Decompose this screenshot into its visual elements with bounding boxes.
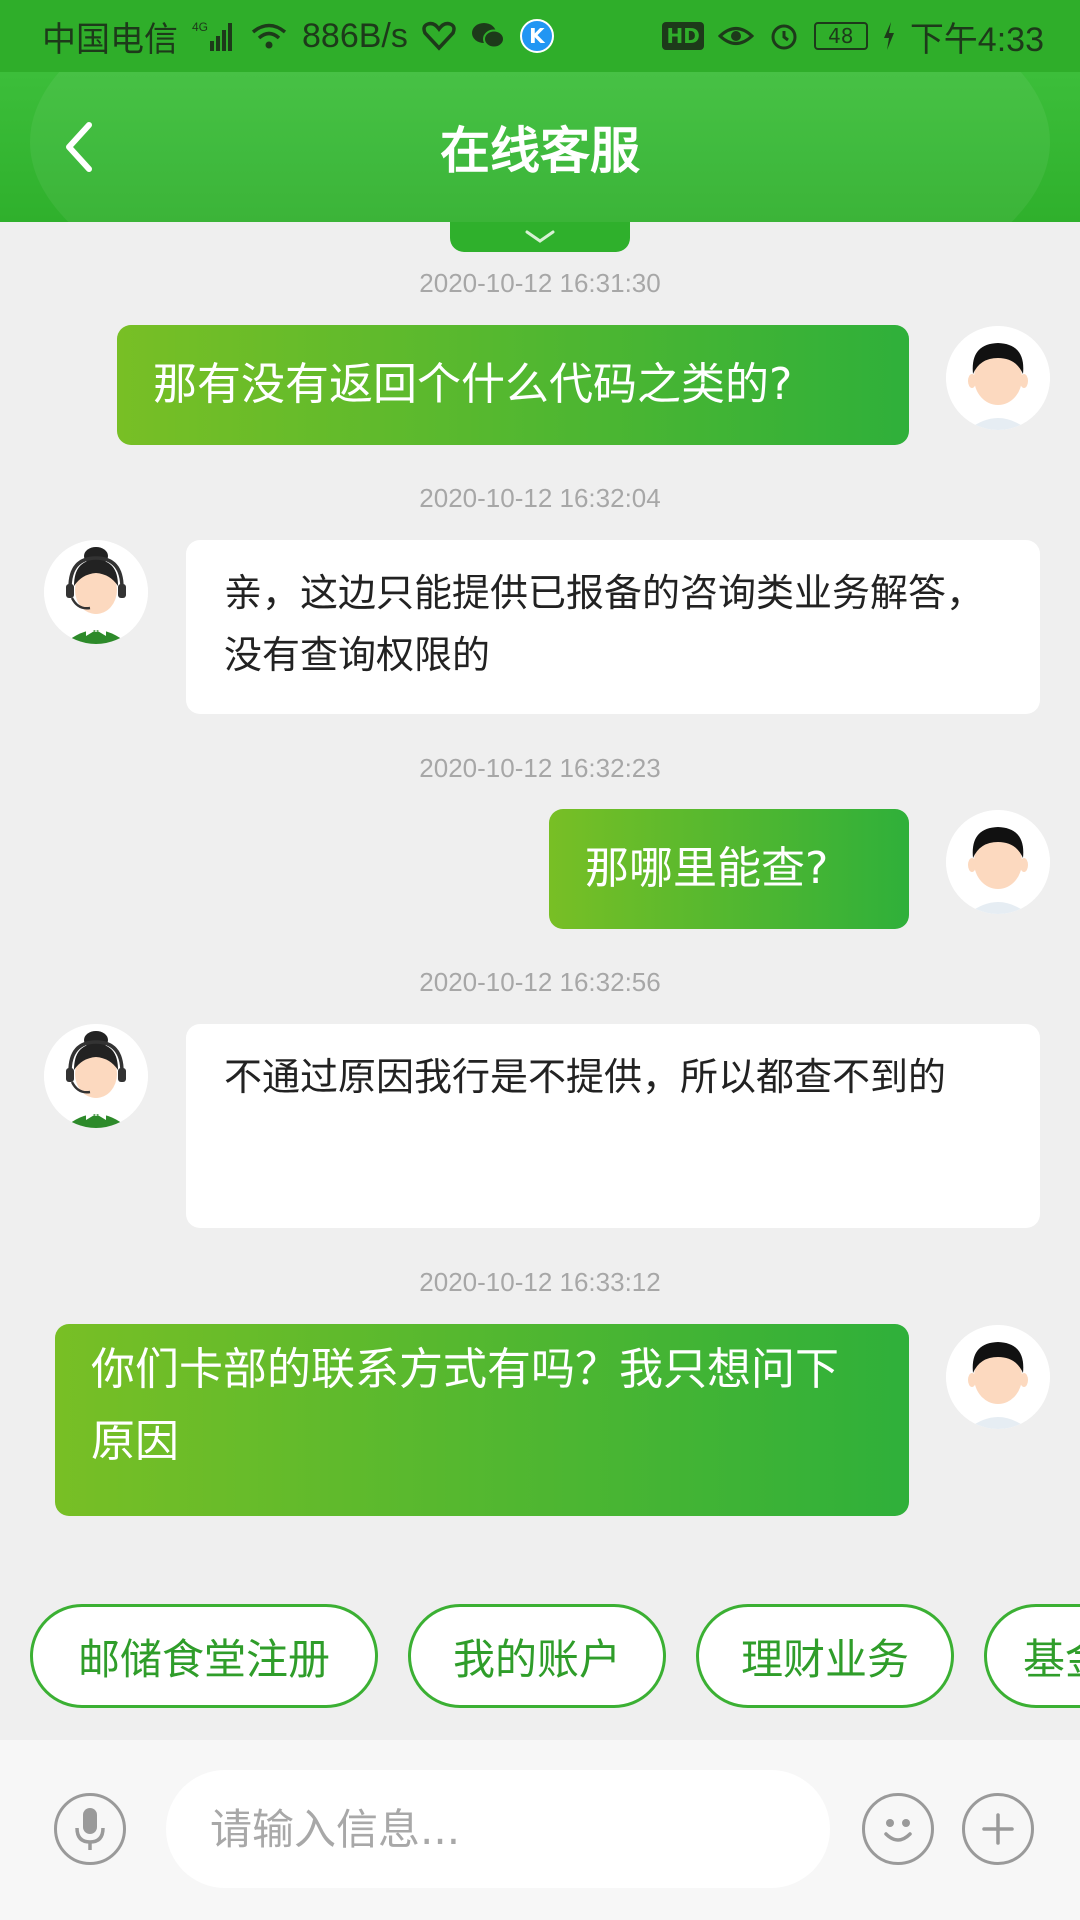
carrier-name: 中国电信 xyxy=(42,20,178,59)
battery-icon: 48 xyxy=(813,22,868,50)
chevron-left-icon xyxy=(66,122,92,172)
message-input[interactable] xyxy=(166,1770,830,1888)
header-decoration xyxy=(30,72,1050,222)
agent-avatar-icon xyxy=(44,1024,148,1128)
quick-reply-chip[interactable]: 邮储食堂注册 xyxy=(30,1604,378,1708)
more-button[interactable] xyxy=(962,1793,1034,1865)
wifi-icon xyxy=(250,21,288,51)
message-timestamp: 2020-10-12 16:32:04 xyxy=(419,483,661,513)
plus-icon xyxy=(982,1813,1014,1845)
status-bar: 中国电信 4G 886B/s K HD 48 下午4:33 xyxy=(0,0,1080,72)
eye-icon xyxy=(717,21,754,51)
user-avatar-icon xyxy=(946,1325,1050,1429)
quick-reply-chip[interactable]: 理财业务 xyxy=(696,1604,954,1708)
chat-area[interactable]: 2020-10-12 16:31:30 那有没有返回个什么代码之类的? 2020… xyxy=(0,222,1080,1552)
user-avatar-icon xyxy=(946,326,1050,430)
agent-avatar[interactable] xyxy=(44,1024,148,1128)
microphone-icon xyxy=(75,1808,105,1850)
network-type: 4G xyxy=(192,20,208,34)
message-text: 那哪里能查? xyxy=(585,843,829,894)
voice-button[interactable] xyxy=(54,1793,126,1865)
message-text: 不通过原因我行是不提供，所以都查不到的 xyxy=(224,1055,947,1099)
user-avatar[interactable] xyxy=(946,326,1050,430)
message-timestamp: 2020-10-12 16:32:56 xyxy=(419,967,661,997)
network-speed: 886B/s xyxy=(302,16,408,55)
quick-reply-chip[interactable]: 基金 xyxy=(984,1604,1080,1708)
heart-shield-icon xyxy=(422,21,456,51)
message-text: 亲，这边只能提供已报备的咨询类业务解答，没有查询权限的 xyxy=(224,571,985,677)
incoming-message[interactable]: 不通过原因我行是不提供，所以都查不到的 xyxy=(186,1024,1040,1228)
message-timestamp: 2020-10-12 16:32:23 xyxy=(419,753,661,783)
outgoing-message[interactable]: 那哪里能查? xyxy=(549,809,909,929)
quick-reply-chip[interactable]: 我的账户 xyxy=(408,1604,666,1708)
quick-reply-bar[interactable]: 邮储食堂注册 我的账户 理财业务 基金 xyxy=(0,1604,1080,1712)
input-bar xyxy=(0,1740,1080,1920)
header-bar: 在线客服 xyxy=(0,72,1080,222)
clock: 下午4:33 xyxy=(909,20,1044,59)
message-text: 你们卡部的联系方式有吗？我只想问下原因 xyxy=(91,1344,839,1467)
incoming-message[interactable]: 亲，这边只能提供已报备的咨询类业务解答，没有查询权限的 xyxy=(186,540,1040,714)
user-avatar[interactable] xyxy=(946,810,1050,914)
emoji-button[interactable] xyxy=(862,1793,934,1865)
agent-avatar[interactable] xyxy=(44,540,148,644)
wechat-icon xyxy=(470,21,506,51)
back-button[interactable] xyxy=(48,112,108,182)
message-timestamp: 2020-10-12 16:33:12 xyxy=(419,1267,661,1297)
message-timestamp: 2020-10-12 16:31:30 xyxy=(419,268,661,298)
outgoing-message[interactable]: 你们卡部的联系方式有吗？我只想问下原因 xyxy=(55,1324,909,1516)
outgoing-message[interactable]: 那有没有返回个什么代码之类的? xyxy=(117,325,909,445)
alarm-icon xyxy=(768,20,800,52)
k-app-icon: K xyxy=(519,19,554,53)
message-text: 那有没有返回个什么代码之类的? xyxy=(153,359,793,410)
charging-icon xyxy=(882,22,896,50)
signal-icon: 4G xyxy=(192,19,236,53)
agent-avatar-icon xyxy=(44,540,148,644)
user-avatar-icon xyxy=(946,810,1050,914)
hd-icon: HD xyxy=(662,22,704,50)
battery-level: 48 xyxy=(828,24,854,48)
user-avatar[interactable] xyxy=(946,1325,1050,1429)
smiley-icon xyxy=(884,1819,912,1842)
